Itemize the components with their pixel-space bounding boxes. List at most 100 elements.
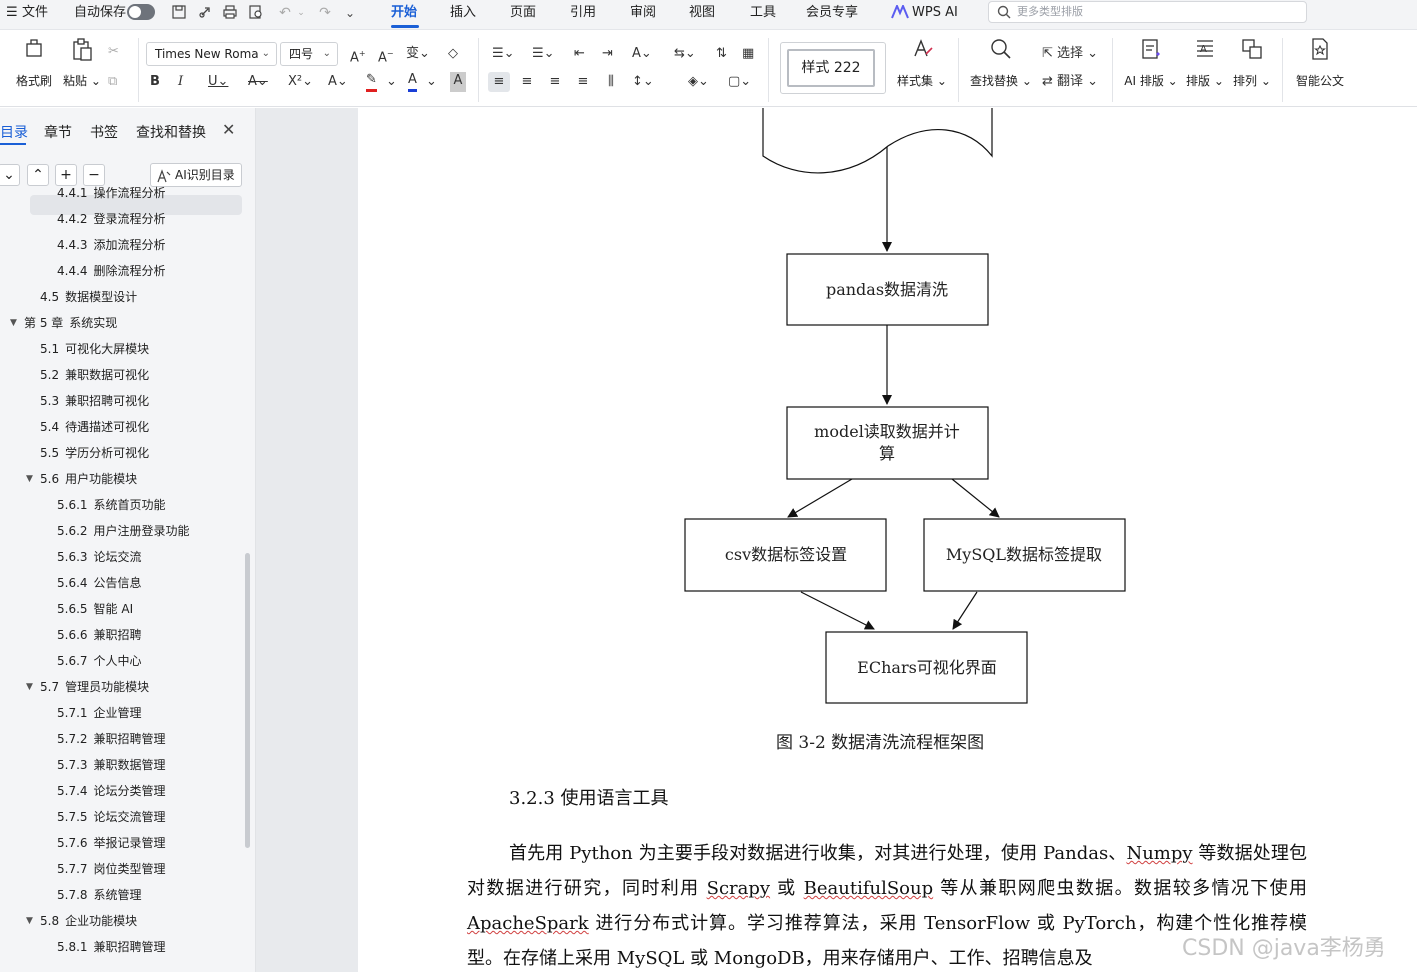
translate-button[interactable]: ⇄ 翻译 ⌄	[1042, 72, 1098, 92]
hamburger-icon[interactable]: ☰	[6, 0, 18, 26]
toc-item[interactable]: 5.4 待遇描述可视化	[40, 414, 149, 440]
underline-icon[interactable]: U⌄	[208, 72, 228, 92]
nav-tab-toc[interactable]: 目录	[0, 122, 28, 142]
print-icon[interactable]	[221, 4, 239, 22]
smart-doc-button[interactable]: 智能公文	[1294, 36, 1346, 88]
borders-icon[interactable]: ▢⌄	[728, 72, 751, 92]
text-effect-icon[interactable]: A⌄	[328, 72, 348, 92]
superscript-icon[interactable]: X²⌄	[288, 72, 313, 92]
tab-member[interactable]: 会员专享	[806, 0, 858, 26]
highlight-dropdown-icon[interactable]: ⌄	[386, 72, 397, 92]
move-up-button[interactable]: ⌃	[27, 164, 49, 186]
toc-item[interactable]: 5.7 管理员功能模块	[40, 674, 149, 700]
tab-insert[interactable]: 插入	[450, 0, 476, 26]
search-box[interactable]: 更多类型排版	[988, 1, 1307, 23]
toc-item[interactable]: 4.4.4 删除流程分析	[57, 258, 166, 284]
file-menu[interactable]: 文件	[22, 0, 48, 26]
select-button[interactable]: ⇱ 选择 ⌄	[1042, 44, 1098, 64]
nav-tab-bookmark[interactable]: 书签	[90, 122, 118, 142]
undo-dropdown-icon[interactable]: ⌄	[292, 4, 310, 22]
spellcheck-word[interactable]: ApacheSpark	[467, 913, 589, 934]
toc-item[interactable]: 5.7.1 企业管理	[57, 700, 142, 726]
sort-icon[interactable]: ⇆⌄	[674, 44, 696, 64]
tab-view[interactable]: 视图	[689, 0, 715, 26]
align-center-icon[interactable]: ≡	[518, 72, 536, 92]
toc-item[interactable]: 5.7.7 岗位类型管理	[57, 856, 166, 882]
toc-item[interactable]: 第 5 章系统实现	[24, 310, 117, 336]
toc-item[interactable]: 5.2 兼职数据可视化	[40, 362, 149, 388]
style-preview[interactable]: 样式 222	[787, 49, 875, 87]
ai-layout-button[interactable]: AI 排版 ⌄	[1124, 36, 1178, 88]
tab-reference[interactable]: 引用	[570, 0, 596, 26]
expand-caret-icon[interactable]: ▼	[26, 916, 33, 926]
more-dropdown-icon[interactable]: ⌄	[341, 4, 359, 22]
toc-item[interactable]: 5.6.7 个人中心	[57, 648, 142, 674]
text-direction-icon[interactable]: A⌄	[632, 44, 652, 64]
arrange-button[interactable]: 排列 ⌄	[1232, 36, 1272, 88]
highlight-icon[interactable]: ✎	[366, 72, 377, 92]
ruler-icon[interactable]: ▦	[742, 44, 754, 64]
toc-item[interactable]: 5.7.3 兼职数据管理	[57, 752, 166, 778]
toc-item[interactable]: 5.8 企业功能模块	[40, 908, 137, 934]
toc-item[interactable]: 5.7.4 论坛分类管理	[57, 778, 166, 804]
bullet-list-icon[interactable]: ☰⌄	[492, 44, 515, 64]
find-replace-button[interactable]: 查找替换 ⌄	[970, 36, 1032, 88]
tab-page[interactable]: 页面	[510, 0, 536, 26]
toc-item[interactable]: 5.6.1 系统首页功能	[57, 492, 166, 518]
toc-item[interactable]: 4.5 数据模型设计	[40, 284, 137, 310]
line-sort-icon[interactable]: ⇅	[716, 44, 727, 64]
redo-icon[interactable]: ↷	[316, 4, 334, 22]
nav-tab-find-replace[interactable]: 查找和替换	[136, 122, 206, 142]
align-right-icon[interactable]: ≡	[546, 72, 564, 92]
collapse-all-button[interactable]: ⌄	[0, 164, 20, 186]
char-shading-icon[interactable]: A	[450, 72, 466, 92]
share-icon[interactable]	[196, 4, 214, 22]
grow-font-icon[interactable]: A+	[350, 44, 366, 65]
toc-item[interactable]: 4.4.2 登录流程分析	[57, 206, 166, 232]
nav-tab-chapter[interactable]: 章节	[44, 122, 72, 142]
toc-item[interactable]: 5.6.6 兼职招聘	[57, 622, 142, 648]
phonetic-icon[interactable]: 变⌄	[406, 44, 430, 64]
layout-button[interactable]: A 排版 ⌄	[1186, 36, 1224, 88]
save-icon[interactable]	[170, 4, 188, 22]
copy-icon[interactable]: ⧉	[108, 72, 117, 92]
toc-item[interactable]: 5.7.2 兼职招聘管理	[57, 726, 166, 752]
toc-item[interactable]: 5.7.6 举报记录管理	[57, 830, 166, 856]
style-gallery[interactable]: 样式 222	[780, 42, 886, 94]
toc-item[interactable]: 5.6.4 公告信息	[57, 570, 142, 596]
spellcheck-word[interactable]: Numpy	[1126, 843, 1192, 864]
numbered-list-icon[interactable]: ☰⌄	[532, 44, 555, 64]
shading-icon[interactable]: ◈⌄	[688, 72, 709, 92]
toc-item[interactable]: 5.6.5 智能 AI	[57, 596, 133, 622]
spellcheck-word[interactable]: Scrapy	[707, 878, 770, 899]
toc-item[interactable]: 5.7.8 系统管理	[57, 882, 142, 908]
tab-wps-ai[interactable]: WPS AI	[912, 0, 958, 26]
shrink-font-icon[interactable]: A−	[378, 44, 394, 65]
justify-icon[interactable]: ≡	[574, 72, 592, 92]
print-preview-icon[interactable]	[247, 4, 265, 22]
toc-item[interactable]: 5.1 可视化大屏模块	[40, 336, 149, 362]
expand-caret-icon[interactable]: ▼	[26, 682, 33, 692]
tab-tools[interactable]: 工具	[750, 0, 776, 26]
nav-scrollbar[interactable]	[245, 553, 250, 848]
toc-item[interactable]: 5.6.2 用户注册登录功能	[57, 518, 190, 544]
spellcheck-word[interactable]: BeautifulSoup	[804, 878, 934, 899]
format-painter-button[interactable]: 格式刷	[14, 36, 54, 88]
autosave-toggle[interactable]	[127, 4, 155, 20]
toc-item[interactable]: 5.3 兼职招聘可视化	[40, 388, 149, 414]
strikethrough-icon[interactable]: A⌄	[248, 72, 268, 92]
toc-item[interactable]: 5.7.5 论坛交流管理	[57, 804, 166, 830]
decrease-indent-icon[interactable]: ⇤	[574, 44, 585, 64]
font-size-select[interactable]: 四号 ⌄	[280, 42, 338, 66]
distribute-icon[interactable]: ⫼	[602, 72, 620, 92]
tab-start[interactable]: 开始	[391, 0, 417, 26]
italic-icon[interactable]: I	[178, 72, 183, 92]
font-color-dropdown-icon[interactable]: ⌄	[426, 72, 437, 92]
align-left-icon[interactable]: ≡	[488, 72, 510, 92]
expand-caret-icon[interactable]: ▼	[10, 318, 17, 328]
expand-caret-icon[interactable]: ▼	[26, 474, 33, 484]
cut-icon[interactable]: ✂	[108, 42, 119, 62]
clear-format-icon[interactable]: ◇	[448, 44, 458, 64]
bold-icon[interactable]: B	[150, 72, 160, 92]
toc-item[interactable]: 5.8.1 兼职招聘管理	[57, 934, 166, 960]
